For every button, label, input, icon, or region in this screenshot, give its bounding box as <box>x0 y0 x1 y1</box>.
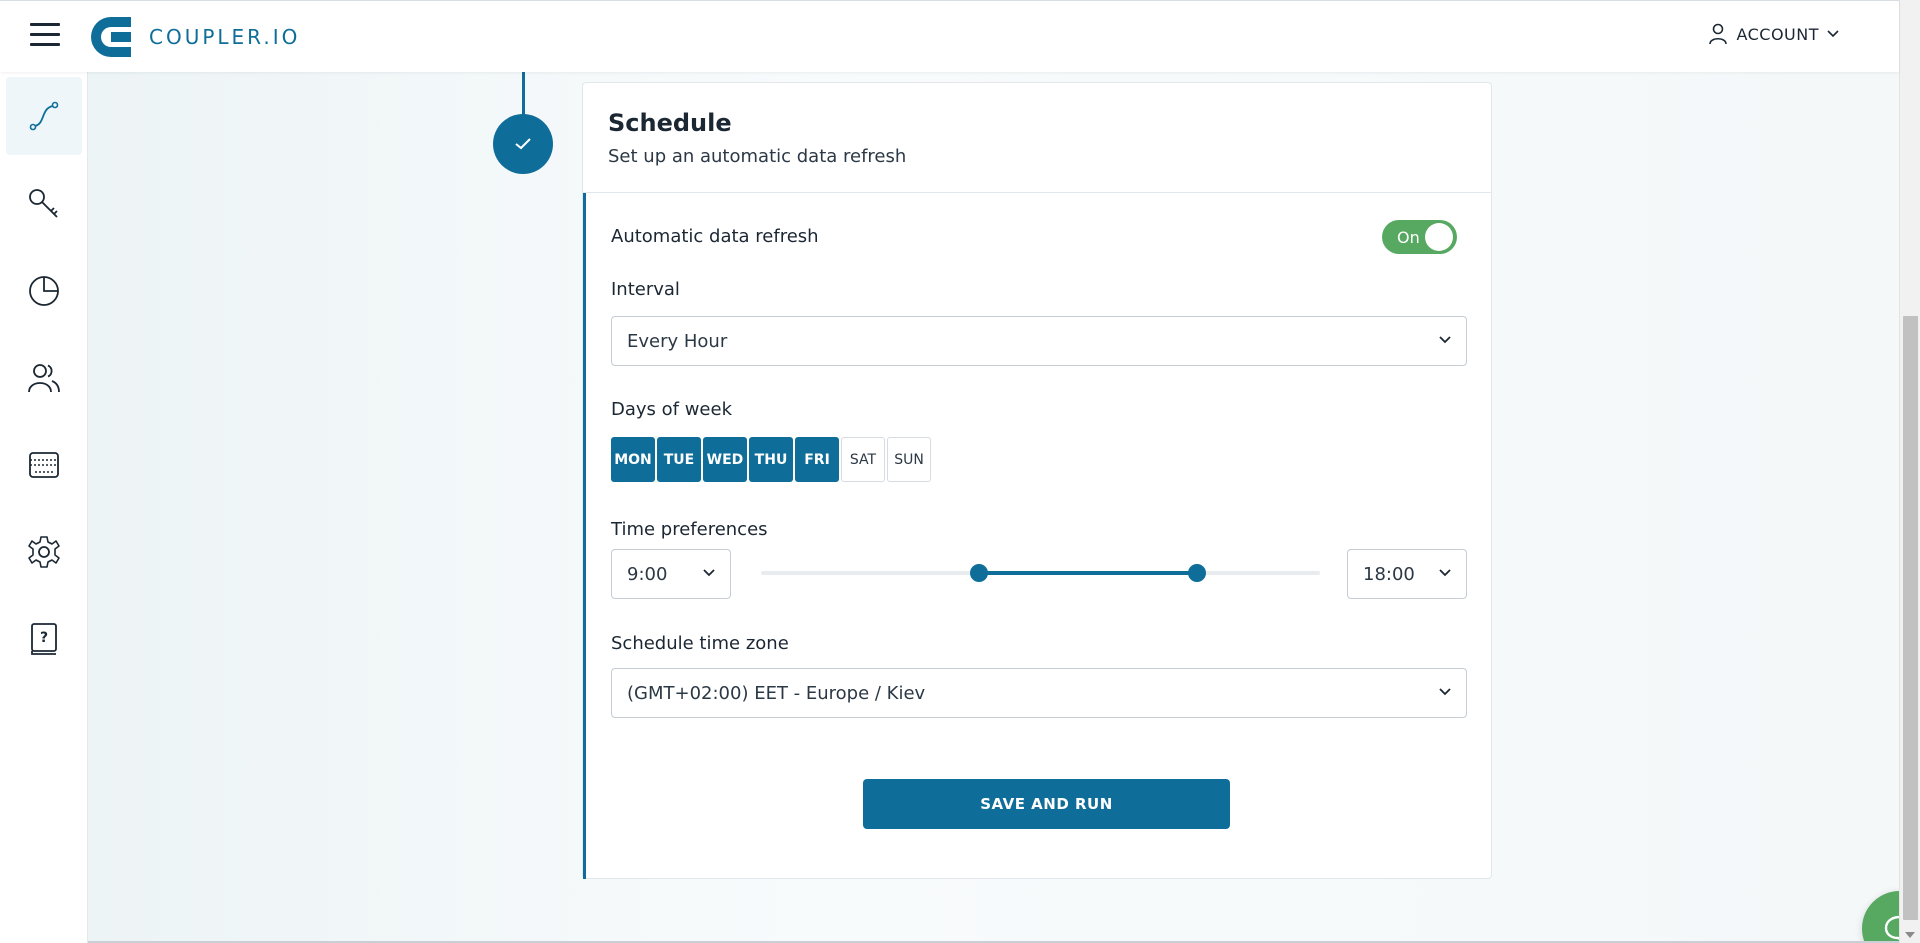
pie-chart-icon <box>29 276 59 306</box>
sidebar-item-help[interactable]: ? <box>6 600 82 678</box>
day-toggle-mon[interactable]: MON <box>611 437 655 482</box>
key-icon <box>29 189 58 218</box>
scrollbar-thumb[interactable] <box>1903 316 1918 920</box>
chevron-down-icon <box>1439 569 1451 577</box>
time-preferences-label: Time preferences <box>611 519 768 540</box>
day-toggle-sat[interactable]: SAT <box>841 437 885 482</box>
save-and-run-button[interactable]: SAVE AND RUN <box>863 779 1230 829</box>
sidebar-item-dashboards[interactable] <box>6 252 82 330</box>
timezone-value: (GMT+02:00) EET - Europe / Kiev <box>627 682 926 704</box>
slider-fill <box>979 571 1197 575</box>
day-toggle-tue[interactable]: TUE <box>657 437 701 482</box>
day-toggle-thu[interactable]: THU <box>749 437 793 482</box>
users-icon <box>28 364 60 393</box>
auto-refresh-label: Automatic data refresh <box>611 226 819 247</box>
slider-thumb-start[interactable] <box>970 564 988 582</box>
time-to-value: 18:00 <box>1363 563 1415 585</box>
slider-thumb-end[interactable] <box>1188 564 1207 582</box>
days-of-week: MON TUE WED THU FRI SAT SUN <box>611 437 931 482</box>
chevron-down-icon <box>1439 336 1451 344</box>
sidebar-item-connections[interactable] <box>6 165 82 243</box>
chevron-down-icon <box>703 569 715 577</box>
day-toggle-fri[interactable]: FRI <box>795 437 839 482</box>
interval-value: Every Hour <box>627 330 728 352</box>
auto-refresh-toggle[interactable]: On <box>1382 220 1457 254</box>
sidebar: ? <box>0 72 88 943</box>
logo-text: COUPLER.IO <box>149 25 301 49</box>
schedule-form: Automatic data refresh On Interval Every… <box>583 193 1491 879</box>
account-menu[interactable]: ACCOUNT <box>1708 23 1839 45</box>
sidebar-item-importers[interactable] <box>6 77 82 155</box>
time-from-value: 9:00 <box>627 563 668 585</box>
hamburger-menu-icon[interactable] <box>30 23 60 49</box>
account-label: ACCOUNT <box>1736 24 1819 44</box>
time-to-select[interactable]: 18:00 <box>1347 549 1467 599</box>
card-subtitle: Set up an automatic data refresh <box>608 146 907 167</box>
timezone-label: Schedule time zone <box>611 633 789 654</box>
svg-text:?: ? <box>40 630 48 646</box>
days-label: Days of week <box>611 399 733 420</box>
page-scrollbar[interactable] <box>1899 0 1920 943</box>
toggle-state-text: On <box>1397 228 1420 247</box>
help-book-icon: ? <box>31 623 57 655</box>
schedule-card: Schedule Set up an automatic data refres… <box>582 82 1492 879</box>
time-from-select[interactable]: 9:00 <box>611 549 731 599</box>
top-header: COUPLER.IO ACCOUNT <box>0 0 1899 72</box>
day-toggle-sun[interactable]: SUN <box>887 437 931 482</box>
user-icon <box>1709 23 1728 45</box>
route-icon <box>29 101 59 131</box>
step-connector <box>522 72 525 116</box>
logo[interactable]: COUPLER.IO <box>89 15 300 59</box>
checkmark-icon <box>515 138 531 150</box>
timezone-select[interactable]: (GMT+02:00) EET - Europe / Kiev <box>611 668 1467 718</box>
sidebar-item-settings[interactable] <box>6 513 82 591</box>
scroll-down-arrow-icon[interactable] <box>1905 932 1915 938</box>
toggle-knob <box>1425 223 1453 251</box>
schedule-card-header: Schedule Set up an automatic data refres… <box>583 83 1491 193</box>
chevron-down-icon <box>1827 30 1839 38</box>
time-range-slider[interactable] <box>761 562 1320 584</box>
sidebar-item-billing[interactable] <box>6 426 82 504</box>
step-complete-badge <box>493 114 553 174</box>
credit-card-icon <box>29 452 59 478</box>
sidebar-item-team[interactable] <box>6 339 82 417</box>
card-title: Schedule <box>608 109 732 137</box>
coupler-logo-icon <box>91 17 131 57</box>
day-toggle-wed[interactable]: WED <box>703 437 747 482</box>
main-content: Schedule Set up an automatic data refres… <box>88 72 1920 943</box>
gear-icon <box>28 536 60 568</box>
chevron-down-icon <box>1439 688 1451 696</box>
interval-select[interactable]: Every Hour <box>611 316 1467 366</box>
interval-label: Interval <box>611 279 680 300</box>
